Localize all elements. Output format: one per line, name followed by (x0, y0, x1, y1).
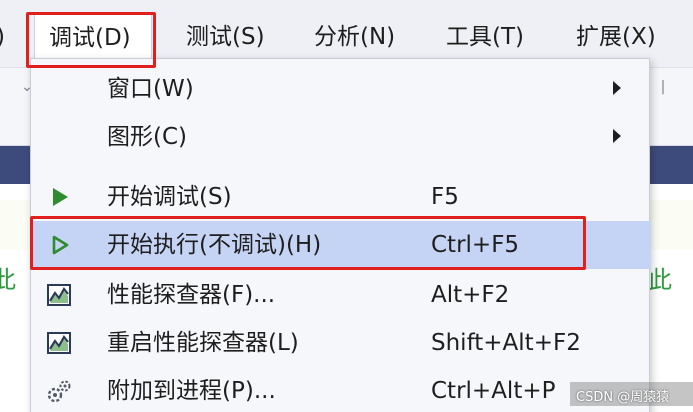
menu-item-label: 附加到进程(P)... (107, 378, 276, 404)
watermark-text: CSDN @周猿猿 (576, 390, 670, 405)
menu-item-performance-profiler[interactable]: 性能探查器(F)... Alt+F2 (31, 271, 651, 319)
menu-item-shortcut: Ctrl+Alt+P (431, 378, 556, 404)
play-filled-icon (53, 188, 68, 206)
menu-item-graphics[interactable]: 图形(C) (31, 113, 651, 161)
toolbar-separator-icon: | (660, 79, 666, 95)
menubar-item-extensions[interactable]: 扩展(X) (576, 14, 656, 60)
highlight-box-debug-menu (26, 12, 156, 68)
menubar-item-partial[interactable]: ) (0, 14, 5, 60)
menu-item-shortcut: Alt+F2 (431, 282, 510, 308)
menubar-item-analyze[interactable]: 分析(N) (314, 14, 395, 60)
menu-item-label: 重启性能探查器(L) (107, 330, 299, 356)
menu-item-window[interactable]: 窗口(W) (31, 65, 651, 113)
menu-item-label: 开始调试(S) (107, 184, 232, 210)
attach-gears-icon (47, 380, 71, 403)
submenu-arrow-icon (613, 129, 621, 143)
menu-item-shortcut: F5 (431, 184, 459, 210)
highlight-box-start-without-debugging (30, 216, 586, 270)
editor-text-fragment: 此 (0, 266, 16, 294)
menu-item-attach-to-process[interactable]: 附加到进程(P)... Ctrl+Alt+P (31, 367, 651, 412)
menu-item-label: 图形(C) (107, 124, 188, 150)
menu-item-label: 性能探查器(F)... (107, 282, 276, 308)
performance-chart-icon (47, 284, 71, 306)
menu-item-shortcut: Shift+Alt+F2 (431, 330, 581, 356)
menubar-item-tools[interactable]: 工具(T) (446, 14, 524, 60)
menu-item-relaunch-profiler[interactable]: 重启性能探查器(L) Shift+Alt+F2 (31, 319, 651, 367)
performance-chart-icon (47, 332, 71, 354)
menu-item-start-debugging[interactable]: 开始调试(S) F5 (31, 173, 651, 221)
editor-text-fragment: 此 (648, 266, 672, 294)
submenu-arrow-icon (613, 81, 621, 95)
menubar-item-test[interactable]: 测试(S) (186, 14, 265, 60)
menu-item-label: 窗口(W) (107, 76, 194, 102)
